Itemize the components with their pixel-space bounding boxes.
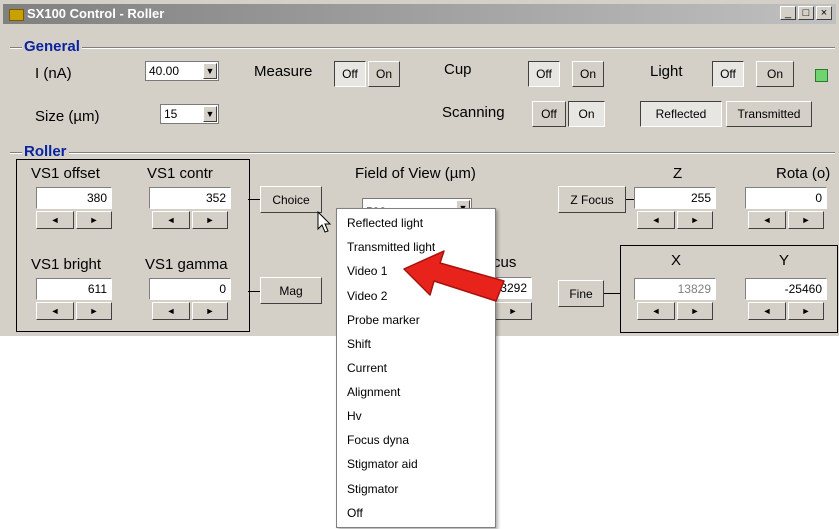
current-select-value: 40.00 — [149, 64, 180, 78]
minimize-button[interactable]: _ — [780, 6, 796, 20]
light-off-button[interactable]: Off — [712, 61, 744, 87]
scanning-on-button[interactable]: On — [568, 101, 605, 127]
vs1-bright-label: VS1 bright — [31, 256, 102, 273]
y-label: Y — [779, 252, 790, 269]
menu-item-off[interactable]: Off — [347, 506, 363, 520]
vs1-offset-field[interactable]: 380 — [36, 187, 112, 209]
rota-increment[interactable]: ► — [788, 211, 824, 229]
vs1-contr-increment[interactable]: ► — [192, 211, 228, 229]
current-select[interactable]: 40.00 ▼ — [145, 61, 219, 81]
close-button[interactable]: × — [816, 6, 832, 20]
menu-item-stigmator[interactable]: Stigmator — [347, 482, 398, 496]
vs1-offset-decrement[interactable]: ◄ — [36, 211, 74, 229]
vs1-gamma-field[interactable]: 0 — [149, 278, 231, 300]
menu-item-shift[interactable]: Shift — [347, 337, 371, 351]
x-decrement[interactable]: ◄ — [637, 302, 675, 320]
scanning-off-button[interactable]: Off — [532, 101, 566, 127]
rota-field[interactable]: 0 — [745, 187, 827, 209]
roller-group-line — [10, 152, 835, 154]
vs1-bright-decrement[interactable]: ◄ — [36, 302, 74, 320]
vs1-gamma-decrement[interactable]: ◄ — [152, 302, 190, 320]
dropdown-arrow-icon[interactable]: ▼ — [203, 63, 217, 79]
window-title: SX100 Control - Roller — [27, 6, 165, 21]
size-label: Size (µm) — [35, 108, 100, 125]
cup-label: Cup — [444, 61, 472, 78]
x-increment[interactable]: ► — [677, 302, 713, 320]
mouse-pointer-icon — [317, 211, 332, 233]
cup-on-button[interactable]: On — [572, 61, 604, 87]
vs1-contr-field[interactable]: 352 — [149, 187, 231, 209]
vs1-offset-increment[interactable]: ► — [76, 211, 112, 229]
menu-item-hv[interactable]: Hv — [347, 409, 362, 423]
z-focus-button[interactable]: Z Focus — [558, 186, 626, 213]
measure-label: Measure — [254, 63, 313, 80]
y-field[interactable]: -25460 — [745, 278, 827, 300]
size-select-value: 15 — [164, 107, 178, 121]
vs1-bright-field[interactable]: 611 — [36, 278, 112, 300]
menu-item-probe-marker[interactable]: Probe marker — [347, 313, 420, 327]
rota-label: Rota (o) — [776, 165, 831, 182]
measure-on-button[interactable]: On — [368, 61, 400, 87]
cup-off-button[interactable]: Off — [528, 61, 560, 87]
vs1-gamma-increment[interactable]: ► — [192, 302, 228, 320]
light-label: Light — [650, 63, 683, 80]
menu-item-focus-dyna[interactable]: Focus dyna — [347, 433, 409, 447]
connector-line — [248, 291, 260, 292]
menu-item-reflected-light[interactable]: Reflected light — [347, 216, 423, 230]
x-label: X — [671, 252, 682, 269]
fine-button[interactable]: Fine — [558, 280, 604, 307]
transmitted-button[interactable]: Transmitted — [726, 101, 812, 127]
menu-item-video-1[interactable]: Video 1 — [347, 264, 387, 278]
roller-group-title: Roller — [22, 143, 69, 160]
connector-line — [248, 199, 260, 200]
app-icon — [9, 9, 24, 21]
connector-line — [626, 199, 634, 200]
menu-item-video-2[interactable]: Video 2 — [347, 289, 387, 303]
vs1-gamma-label: VS1 gamma — [145, 256, 228, 273]
vs1-contr-decrement[interactable]: ◄ — [152, 211, 190, 229]
rota-decrement[interactable]: ◄ — [748, 211, 786, 229]
y-decrement[interactable]: ◄ — [748, 302, 786, 320]
general-group-title: General — [22, 38, 82, 55]
vs1-offset-label: VS1 offset — [31, 165, 100, 182]
vs1-bright-increment[interactable]: ► — [76, 302, 112, 320]
z-decrement[interactable]: ◄ — [637, 211, 675, 229]
scanning-label: Scanning — [442, 104, 505, 121]
dropdown-arrow-icon[interactable]: ▼ — [203, 106, 217, 122]
light-status-indicator — [815, 69, 828, 82]
menu-item-current[interactable]: Current — [347, 361, 387, 375]
choice-button[interactable]: Choice — [260, 186, 322, 213]
x-field[interactable]: 13829 — [634, 278, 716, 300]
menu-item-alignment[interactable]: Alignment — [347, 385, 400, 399]
general-group-line — [10, 47, 835, 49]
fov-label: Field of View (µm) — [355, 165, 476, 182]
light-on-button[interactable]: On — [756, 61, 794, 87]
z-label: Z — [673, 165, 683, 182]
title-bar[interactable]: SX100 Control - Roller _ □ × — [3, 4, 836, 24]
maximize-button[interactable]: □ — [798, 6, 814, 20]
z-increment[interactable]: ► — [677, 211, 713, 229]
annotation-arrow-icon — [403, 250, 505, 302]
connector-line — [604, 293, 620, 294]
y-increment[interactable]: ► — [788, 302, 824, 320]
vs1-contr-label: VS1 contr — [147, 165, 213, 182]
measure-off-button[interactable]: Off — [334, 61, 366, 87]
reflected-button[interactable]: Reflected — [640, 101, 722, 127]
mag-button[interactable]: Mag — [260, 277, 322, 304]
size-select[interactable]: 15 ▼ — [160, 104, 219, 124]
z-field[interactable]: 255 — [634, 187, 716, 209]
current-label: I (nA) — [35, 65, 72, 82]
menu-item-stigmator-aid[interactable]: Stigmator aid — [347, 457, 418, 471]
